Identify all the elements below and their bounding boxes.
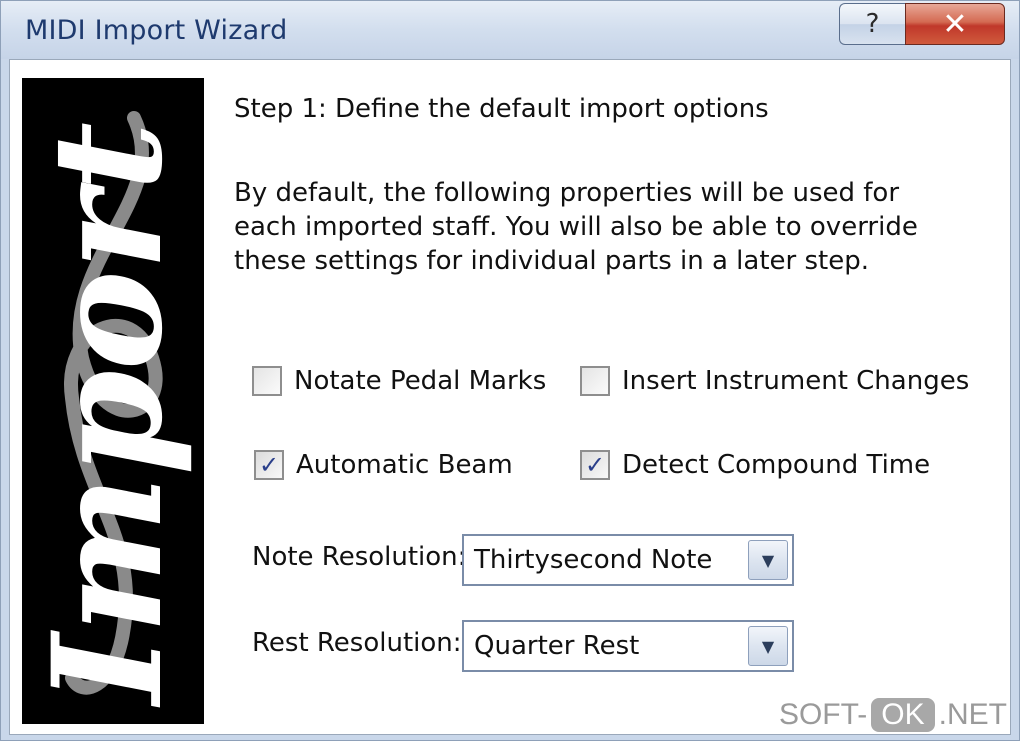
- wizard-window: MIDI Import Wizard ? ✕ Import Step 1: De…: [0, 0, 1020, 741]
- help-button[interactable]: ?: [839, 3, 905, 45]
- watermark-right: .NET: [938, 698, 1007, 731]
- site-watermark: SOFT- OK .NET: [779, 698, 1007, 732]
- note-resolution-select[interactable]: Thirtysecond Note ▼: [462, 534, 794, 586]
- detect-compound-time-checkbox[interactable]: ✓: [580, 450, 610, 480]
- watermark-middle: OK: [871, 698, 935, 732]
- detect-compound-time-label: Detect Compound Time: [622, 450, 931, 480]
- title-buttons: ? ✕: [839, 3, 1005, 45]
- note-resolution-dropdown-button[interactable]: ▼: [748, 540, 788, 580]
- insert-instrument-changes-checkbox[interactable]: [580, 366, 610, 396]
- close-button[interactable]: ✕: [905, 3, 1005, 45]
- notate-pedal-marks-checkbox[interactable]: [252, 366, 282, 396]
- check-mark-icon: ✓: [584, 451, 606, 479]
- notate-pedal-marks-option[interactable]: Notate Pedal Marks: [252, 366, 546, 396]
- notate-pedal-marks-label: Notate Pedal Marks: [294, 366, 547, 396]
- wizard-content: Step 1: Define the default import option…: [234, 60, 1004, 730]
- automatic-beam-label: Automatic Beam: [296, 450, 513, 480]
- note-resolution-value: Thirtysecond Note: [474, 545, 713, 575]
- window-title: MIDI Import Wizard: [25, 15, 288, 46]
- chevron-down-icon: ▼: [761, 550, 775, 570]
- rest-resolution-value: Quarter Rest: [474, 631, 640, 661]
- banner-text: Import: [22, 122, 196, 708]
- insert-instrument-changes-option[interactable]: Insert Instrument Changes: [580, 366, 969, 396]
- insert-instrument-changes-label: Insert Instrument Changes: [622, 366, 970, 396]
- detect-compound-time-option[interactable]: ✓ Detect Compound Time: [580, 450, 930, 480]
- rest-resolution-dropdown-button[interactable]: ▼: [748, 626, 788, 666]
- note-resolution-label: Note Resolution:: [252, 542, 467, 572]
- step-title: Step 1: Define the default import option…: [234, 94, 769, 124]
- title-bar[interactable]: MIDI Import Wizard ? ✕: [1, 1, 1019, 59]
- help-icon: ?: [865, 9, 880, 39]
- automatic-beam-option[interactable]: ✓ Automatic Beam: [254, 450, 513, 480]
- chevron-down-icon: ▼: [761, 636, 775, 656]
- close-icon: ✕: [942, 6, 968, 42]
- rest-resolution-label: Rest Resolution:: [252, 628, 462, 658]
- import-banner-image: Import: [22, 78, 204, 724]
- watermark-left: SOFT-: [778, 698, 868, 731]
- rest-resolution-select[interactable]: Quarter Rest ▼: [462, 620, 794, 672]
- wizard-body: Import Step 1: Define the default import…: [9, 59, 1011, 735]
- step-description: By default, the following properties wil…: [234, 178, 918, 276]
- automatic-beam-checkbox[interactable]: ✓: [254, 450, 284, 480]
- check-mark-icon: ✓: [258, 451, 280, 479]
